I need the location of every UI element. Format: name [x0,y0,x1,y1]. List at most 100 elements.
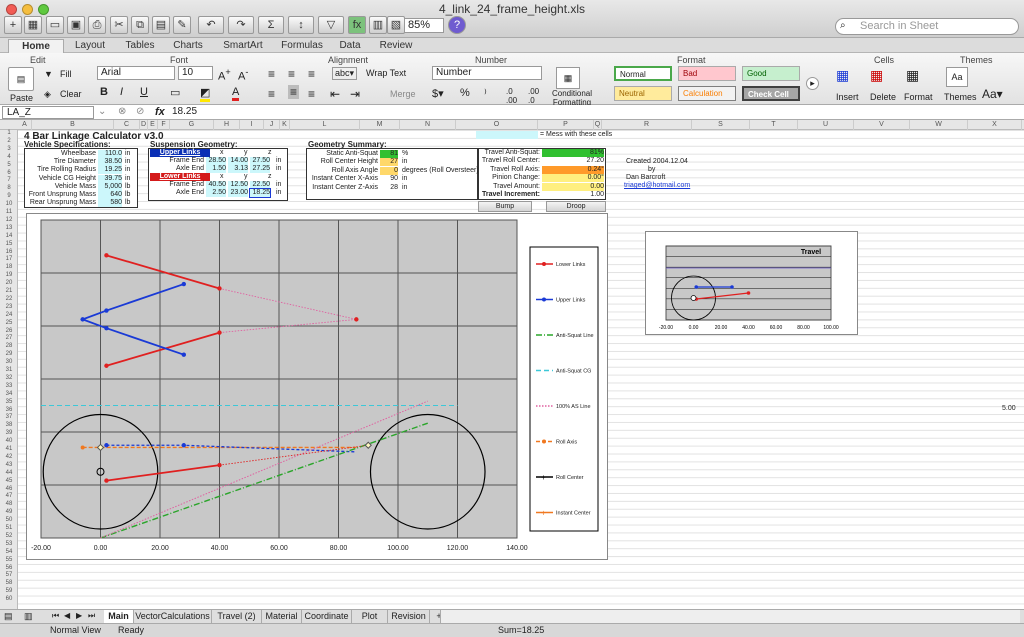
indent-icon[interactable]: ⇤ [330,87,340,101]
style-bad[interactable]: Bad [678,66,736,81]
formula-builder-icon[interactable]: fx [348,16,366,34]
clear-button[interactable]: Clear [60,89,82,99]
link-coord-value[interactable]: 3.13 [228,165,248,173]
fill-color-icon[interactable]: ◩ [200,86,211,102]
link-coord-value[interactable]: 27.50 [250,157,270,165]
page-layout-icon[interactable]: ▥ [24,611,33,622]
vehicle-spec-value[interactable]: 19.25 [98,166,122,175]
fill-button[interactable]: Fill [60,69,72,79]
outdent-icon[interactable]: ⇥ [350,87,360,101]
sort-icon[interactable]: ↕ [288,16,314,34]
travel-chart[interactable]: Travel -20.00 0.00 20.00 40.00 60.00 80.00 100.… [645,231,858,335]
border-icon[interactable]: ▭ [170,86,180,99]
vehicle-spec-value[interactable]: 580 [98,199,122,208]
sheet-tab-vectorcalculations[interactable]: VectorCalculations [134,610,212,623]
wrap-text-button[interactable]: Wrap Text [366,68,406,78]
copy-icon[interactable]: ⧉ [131,16,149,34]
tab-charts[interactable]: Charts [164,39,212,53]
style-good[interactable]: Good [742,66,800,81]
themes-icon[interactable]: Aa [946,67,968,87]
font-color-icon[interactable]: A [232,86,240,101]
style-normal[interactable]: Normal [614,66,672,81]
align-top-icon[interactable]: ≡ [268,67,275,81]
link-coord-value[interactable]: 1.50 [206,165,226,173]
clipboard-icon[interactable]: ▤ [8,67,34,91]
format-painter-icon[interactable]: ✎ [173,16,191,34]
author-email-link[interactable]: triaged@hotmail.com [624,182,690,190]
font-name-select[interactable]: Arial [97,66,175,80]
last-sheet-icon[interactable]: ⏭ [88,611,95,621]
delete-button[interactable]: Delete [870,92,896,102]
sheet-tab-plot[interactable]: Plot [352,610,388,623]
paste-icon[interactable]: ▤ [152,16,170,34]
increase-font-icon[interactable]: A+ [218,67,231,83]
bump-button[interactable]: Bump [478,201,532,212]
vehicle-spec-value[interactable]: 110.0 [98,150,122,158]
delete-cells-icon[interactable]: ▦ [870,67,883,84]
merge-button[interactable]: Merge [390,89,416,99]
function-icon[interactable]: fx [155,106,165,118]
droop-button[interactable]: Droop [546,201,606,212]
formula-input[interactable]: 18.25 [172,106,197,117]
link-coord-value[interactable]: 28.50 [206,157,226,165]
search-input[interactable]: Search in Sheet [835,18,1019,35]
align-center-icon[interactable]: ≡ [288,85,300,99]
gallery-icon[interactable]: ▦ [24,16,42,34]
italic-icon[interactable]: I [120,86,123,98]
insert-cells-icon[interactable]: ▦ [836,67,849,84]
undo-icon[interactable]: ↶ [198,16,224,34]
vehicle-spec-value[interactable]: 5,000 [98,182,122,191]
worksheet-grid[interactable]: 4 Bar Linkage Calculator v3.0 Vehicle Sp… [18,130,1024,609]
decrease-decimal-icon[interactable]: .00.0 [528,87,539,105]
style-calculation[interactable]: Calculation [678,86,736,101]
media-icon[interactable]: ▧ [387,16,405,34]
link-coord-value[interactable]: 14.00 [228,157,248,165]
open-icon[interactable]: ▭ [46,16,64,34]
tab-smartart[interactable]: SmartArt [214,39,272,53]
link-coord-value[interactable]: 23.00 [228,189,248,197]
bold-icon[interactable]: B [100,86,108,98]
percent-icon[interactable]: % [460,87,470,99]
align-right-icon[interactable]: ≡ [308,87,315,101]
autosum-icon[interactable]: Σ [258,16,284,34]
number-format-select[interactable]: Number [432,66,542,80]
conditional-formatting-icon[interactable]: ▦ [556,67,580,89]
link-coord-value[interactable]: 18.25 [249,188,271,198]
vehicle-spec-value[interactable]: 38.50 [98,158,122,167]
sheet-tab-travel-2-[interactable]: Travel (2) [212,610,262,623]
name-box-dropdown-icon[interactable]: ⌄ [98,106,106,117]
currency-icon[interactable]: $▾ [432,87,444,100]
horizontal-scrollbar[interactable] [440,610,1020,623]
cancel-entry-icon[interactable]: ⊗ [118,106,126,117]
tab-layout[interactable]: Layout [66,39,114,53]
cut-icon[interactable]: ✂ [110,16,128,34]
format-cells-icon[interactable]: ▦ [906,67,919,84]
style-check-cell[interactable]: Check Cell [742,86,800,101]
sheet-tab-main[interactable]: Main [104,610,134,623]
confirm-entry-icon[interactable]: ⊘ [136,106,144,117]
styles-more-icon[interactable]: ▸ [806,77,819,90]
new-icon[interactable]: + [4,16,22,34]
sheet-tab-coordinate[interactable]: Coordinate [302,610,352,623]
tab-review[interactable]: Review [370,39,422,53]
name-box[interactable]: LA_Z [2,106,94,119]
vehicle-spec-value[interactable]: 39.75 [98,174,122,183]
redo-icon[interactable]: ↷ [228,16,254,34]
increase-decimal-icon[interactable]: .0.00 [506,87,517,105]
link-coord-value[interactable]: 22.50 [250,181,270,189]
style-neutral[interactable]: Neutral [614,86,672,101]
help-icon[interactable]: ? [448,16,466,34]
format-button[interactable]: Format [904,92,933,102]
link-coord-value[interactable]: 27.25 [250,165,270,173]
next-sheet-icon[interactable]: ▶ [76,611,82,620]
orientation-icon[interactable]: abc▾ [332,67,358,80]
font-size-select[interactable]: 10 [178,66,213,80]
theme-fonts-icon[interactable]: Aa▾ [982,87,1003,101]
paste-button[interactable]: Paste [10,93,33,103]
insert-button[interactable]: Insert [836,92,859,102]
align-bottom-icon[interactable]: ≡ [308,67,315,81]
save-icon[interactable]: ▣ [67,16,85,34]
decrease-font-icon[interactable]: A- [238,67,248,83]
sheet-tab-revision[interactable]: Revision [388,610,430,623]
themes-button[interactable]: Themes [944,92,977,102]
